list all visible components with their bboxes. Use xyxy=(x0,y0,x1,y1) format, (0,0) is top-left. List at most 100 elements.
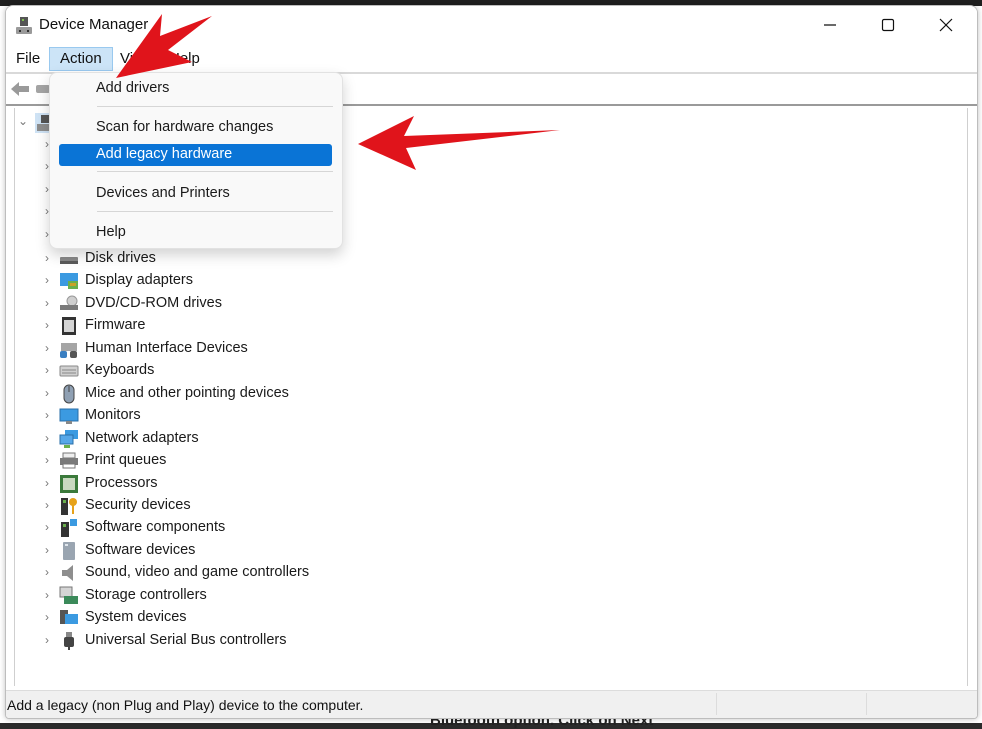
menu-file[interactable]: File xyxy=(6,47,50,71)
menu-item-label: Devices and Printers xyxy=(96,185,230,201)
tree-category-label: Firmware xyxy=(85,317,146,334)
tree-category-row[interactable]: › Security devices xyxy=(15,495,415,517)
chevron-right-icon[interactable]: › xyxy=(42,498,52,512)
chevron-right-icon[interactable]: › xyxy=(42,273,52,287)
menu-item-label: Scan for hardware changes xyxy=(96,119,274,135)
tree-category-row[interactable]: › Storage controllers xyxy=(15,585,415,607)
usb-icon xyxy=(64,631,74,650)
menu-item-scan-hardware[interactable]: Scan for hardware changes xyxy=(59,117,332,139)
tree-category-row[interactable]: › Human Interface Devices xyxy=(15,338,415,360)
tree-category-label: Print queues xyxy=(85,452,167,469)
disk-drive-icon xyxy=(60,257,78,264)
minimize-button[interactable] xyxy=(801,6,859,44)
chevron-right-icon[interactable]: › xyxy=(42,341,52,355)
chevron-right-icon[interactable]: › xyxy=(42,633,52,647)
annotation-arrow-icon xyxy=(358,116,560,170)
tree-category-row[interactable]: › System devices xyxy=(15,607,415,629)
tree-category-row[interactable]: › Mice and other pointing devices xyxy=(15,383,415,405)
menu-separator xyxy=(97,106,333,107)
chevron-right-icon[interactable]: › xyxy=(42,453,52,467)
software-component-icon xyxy=(61,519,77,538)
printer-icon xyxy=(60,452,78,469)
tree-category-row[interactable]: › Universal Serial Bus controllers xyxy=(15,630,415,652)
tree-category-label: Network adapters xyxy=(85,429,199,446)
chevron-right-icon[interactable]: › xyxy=(42,520,52,534)
software-device-icon xyxy=(63,541,75,560)
tree-category-label: Universal Serial Bus controllers xyxy=(85,631,287,648)
tree-category-row[interactable]: › Disk drives xyxy=(15,248,415,270)
chevron-right-icon[interactable]: › xyxy=(42,386,52,400)
tree-category-label: Storage controllers xyxy=(85,586,207,603)
firmware-chip-icon xyxy=(62,317,76,336)
maximize-icon xyxy=(881,18,895,32)
chevron-right-icon[interactable]: › xyxy=(42,318,52,332)
status-pane-divider xyxy=(716,693,717,715)
tree-category-label: Disk drives xyxy=(85,250,156,266)
maximize-button[interactable] xyxy=(859,6,917,44)
tree-category-label: System devices xyxy=(85,609,187,626)
menu-item-help[interactable]: Help xyxy=(59,222,332,244)
tree-category-label: Mice and other pointing devices xyxy=(85,384,289,401)
hid-icon xyxy=(60,342,77,358)
status-text: Add a legacy (non Plug and Play) device … xyxy=(7,697,364,713)
chevron-right-icon[interactable]: › xyxy=(42,565,52,579)
menu-action[interactable]: Action xyxy=(49,47,113,71)
menu-separator xyxy=(97,211,333,212)
menu-item-label: Help xyxy=(96,224,126,240)
monitor-icon xyxy=(59,408,79,425)
tree-category-label: Monitors xyxy=(85,407,141,424)
tree-category-row[interactable]: › Processors xyxy=(15,473,415,495)
speaker-icon xyxy=(62,565,73,582)
system-device-icon xyxy=(60,610,78,625)
close-button[interactable] xyxy=(917,6,975,44)
status-pane-divider xyxy=(866,693,867,715)
chevron-right-icon[interactable]: › xyxy=(42,476,52,490)
tree-category-row[interactable]: › Monitors xyxy=(15,405,415,427)
tree-category-label: Software components xyxy=(85,519,226,536)
chevron-right-icon[interactable]: › xyxy=(42,296,52,310)
tree-category-label: Software devices xyxy=(85,541,196,558)
forward-arrow-icon[interactable] xyxy=(36,85,50,93)
mouse-icon xyxy=(63,384,75,404)
menu-item-devices-printers[interactable]: Devices and Printers xyxy=(59,183,332,205)
chevron-right-icon[interactable]: › xyxy=(42,363,52,377)
action-menu-dropdown: Add drivers Scan for hardware changes Ad… xyxy=(49,72,343,249)
minimize-icon xyxy=(824,24,836,26)
dvd-drive-icon xyxy=(60,295,78,310)
close-icon xyxy=(939,18,953,32)
chevron-right-icon[interactable]: › xyxy=(42,588,52,602)
tree-category-label: Keyboards xyxy=(85,362,155,379)
chevron-right-icon[interactable]: › xyxy=(42,610,52,624)
tree-category-label: Sound, video and game controllers xyxy=(85,564,310,581)
tree-category-row[interactable]: › DVD/CD-ROM drives xyxy=(15,293,415,315)
security-key-icon xyxy=(61,497,77,515)
menu-item-add-legacy-hardware[interactable]: Add legacy hardware xyxy=(59,144,332,166)
menu-separator xyxy=(97,171,333,172)
display-adapter-icon xyxy=(60,273,78,290)
chevron-right-icon[interactable]: › xyxy=(42,431,52,445)
keyboard-icon xyxy=(59,365,79,377)
tree-category-row[interactable]: › Sound, video and game controllers xyxy=(15,562,415,584)
chevron-right-icon[interactable]: › xyxy=(42,543,52,557)
tree-category-row[interactable]: › Display adapters xyxy=(15,270,415,292)
tree-category-label: Human Interface Devices xyxy=(85,339,248,356)
storage-controller-icon xyxy=(59,586,78,604)
tree-category-row[interactable]: › Keyboards xyxy=(15,360,415,382)
annotation-arrow-icon xyxy=(116,14,212,78)
tree-category-row[interactable]: › Firmware xyxy=(15,315,415,337)
network-adapter-icon xyxy=(59,429,78,448)
tree-category-label: Display adapters xyxy=(85,272,193,289)
processor-icon xyxy=(60,474,78,493)
status-bar: Add a legacy (non Plug and Play) device … xyxy=(6,690,977,718)
chevron-right-icon[interactable]: › xyxy=(42,408,52,422)
tree-category-label: DVD/CD-ROM drives xyxy=(85,294,222,311)
tree-category-row[interactable]: › Software components xyxy=(15,517,415,539)
device-manager-app-icon xyxy=(16,17,32,34)
back-arrow-icon[interactable] xyxy=(10,81,30,97)
chevron-down-icon[interactable]: ⌄ xyxy=(18,114,28,128)
tree-category-label: Processors xyxy=(85,474,158,491)
chevron-right-icon[interactable]: › xyxy=(42,251,52,265)
tree-category-row[interactable]: › Print queues xyxy=(15,450,415,472)
tree-category-row[interactable]: › Software devices xyxy=(15,540,415,562)
tree-category-row[interactable]: › Network adapters xyxy=(15,428,415,450)
